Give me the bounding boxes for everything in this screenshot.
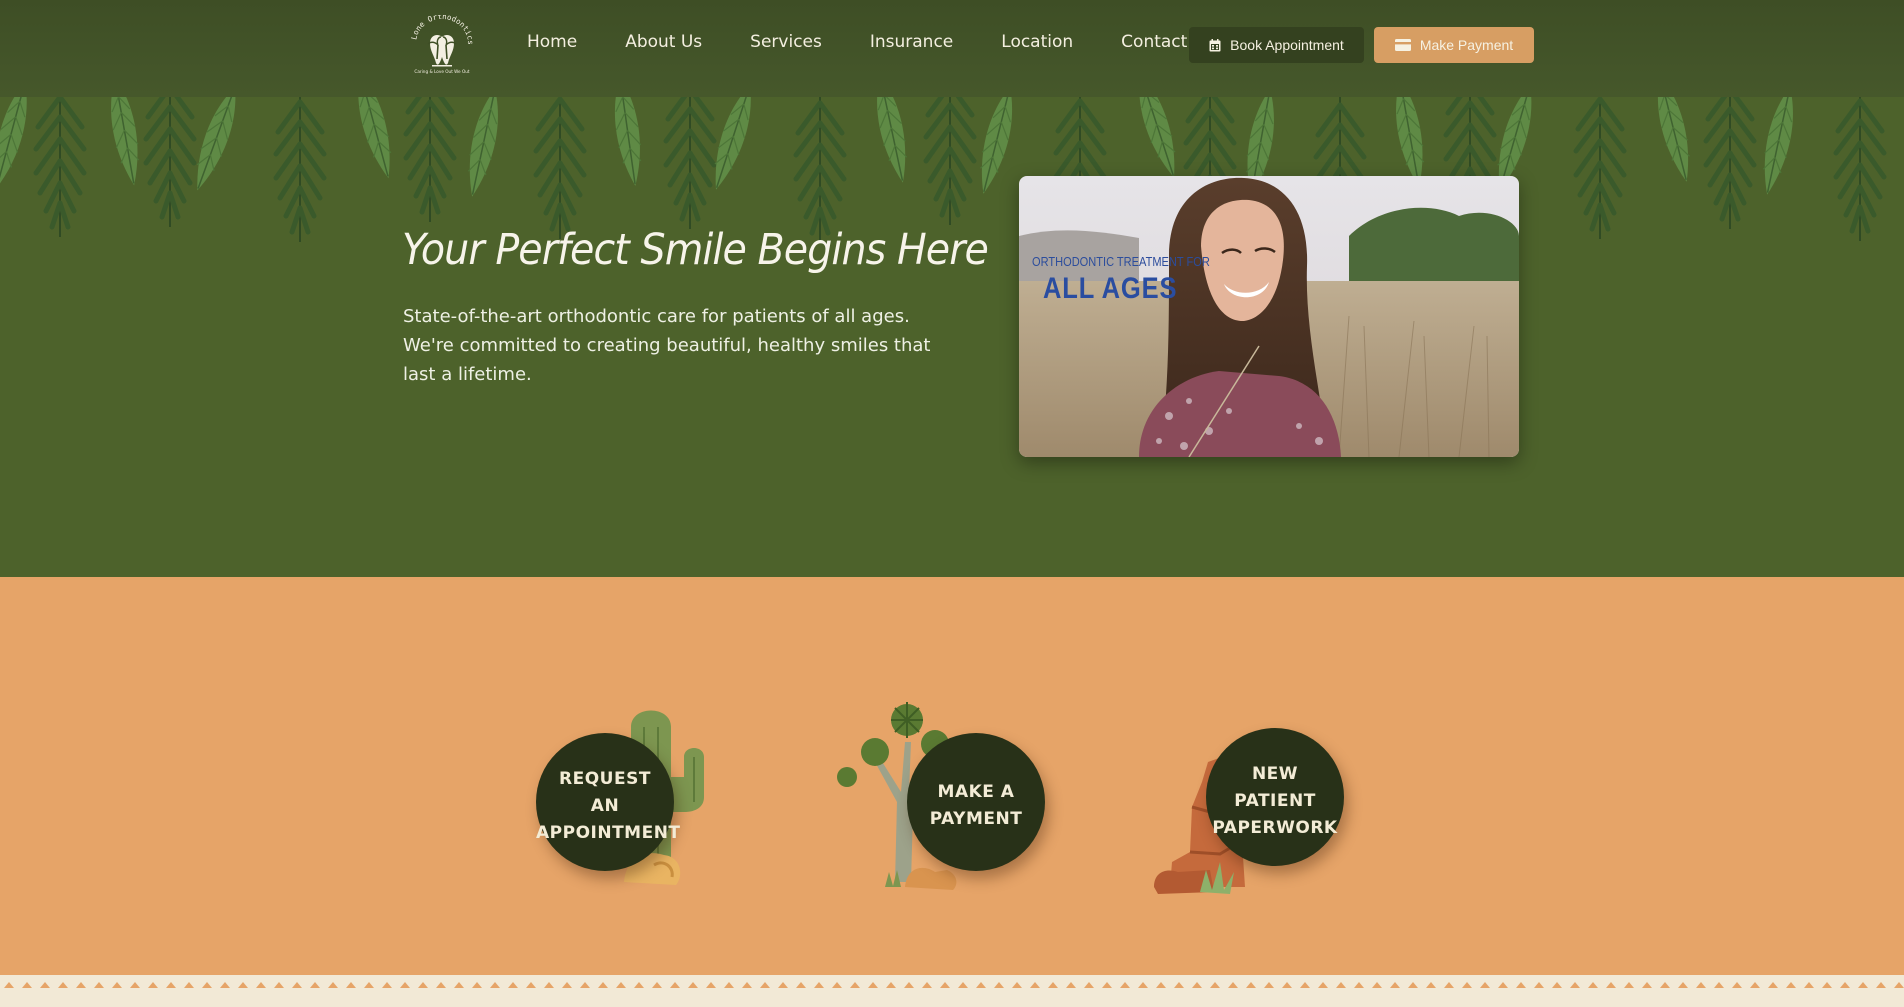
- nav-insurance[interactable]: Insurance: [870, 32, 953, 52]
- nav-contact[interactable]: Contact: [1121, 32, 1187, 52]
- main-nav: Home About Us Services Insurance Locatio…: [527, 32, 1187, 52]
- new-patient-paperwork-link[interactable]: NEW PATIENT PAPERWORK: [1150, 712, 1350, 902]
- hero-section: Your Perfect Smile Begins Here State-of-…: [0, 97, 1904, 577]
- logo[interactable]: Lone Orthodontics Caring & Love Out We O…: [408, 12, 476, 75]
- site-header: Lone Orthodontics Caring & Love Out We O…: [0, 0, 1904, 97]
- hero-title: Your Perfect Smile Begins Here: [402, 225, 989, 275]
- new-patient-paperwork-label: NEW PATIENT PAPERWORK: [1212, 764, 1338, 838]
- calendar-icon: [1209, 38, 1221, 51]
- hero-photo: ORTHODONTIC TREATMENT FOR ALL AGES: [1019, 176, 1519, 457]
- decorative-footer-border: [0, 975, 1904, 1007]
- nav-services[interactable]: Services: [750, 32, 822, 52]
- palm-tooth-logo-icon: Lone Orthodontics Caring & Love Out We O…: [409, 12, 475, 74]
- nav-about-us[interactable]: About Us: [625, 32, 702, 52]
- credit-card-icon: [1394, 39, 1411, 51]
- quick-links-section: REQUEST AN APPOINTMENT MAKE A PAYMENT NE…: [0, 577, 1904, 975]
- make-payment-label: Make Payment: [1419, 37, 1514, 53]
- smiling-woman-photo: [1019, 176, 1519, 457]
- make-payment-button[interactable]: Make Payment: [1374, 27, 1534, 63]
- triangle-pattern: [0, 978, 1904, 990]
- book-appointment-label: Book Appointment: [1230, 37, 1344, 53]
- request-appointment-label: REQUEST AN APPOINTMENT: [536, 769, 681, 843]
- photo-caption-top: ORTHODONTIC TREATMENT FOR: [1032, 254, 1210, 269]
- photo-caption-main: ALL AGES: [1043, 272, 1178, 305]
- nav-location[interactable]: Location: [1001, 32, 1073, 52]
- book-appointment-button[interactable]: Book Appointment: [1189, 27, 1364, 63]
- request-appointment-link[interactable]: REQUEST AN APPOINTMENT: [536, 687, 736, 887]
- make-payment-link[interactable]: MAKE A PAYMENT: [835, 682, 1045, 892]
- logo-tagline: Caring & Love Out We Out: [414, 69, 469, 74]
- hero-description: State-of-the-art orthodontic care for pa…: [403, 306, 931, 385]
- nav-home[interactable]: Home: [527, 32, 577, 52]
- make-payment-cta-label: MAKE A PAYMENT: [929, 782, 1023, 829]
